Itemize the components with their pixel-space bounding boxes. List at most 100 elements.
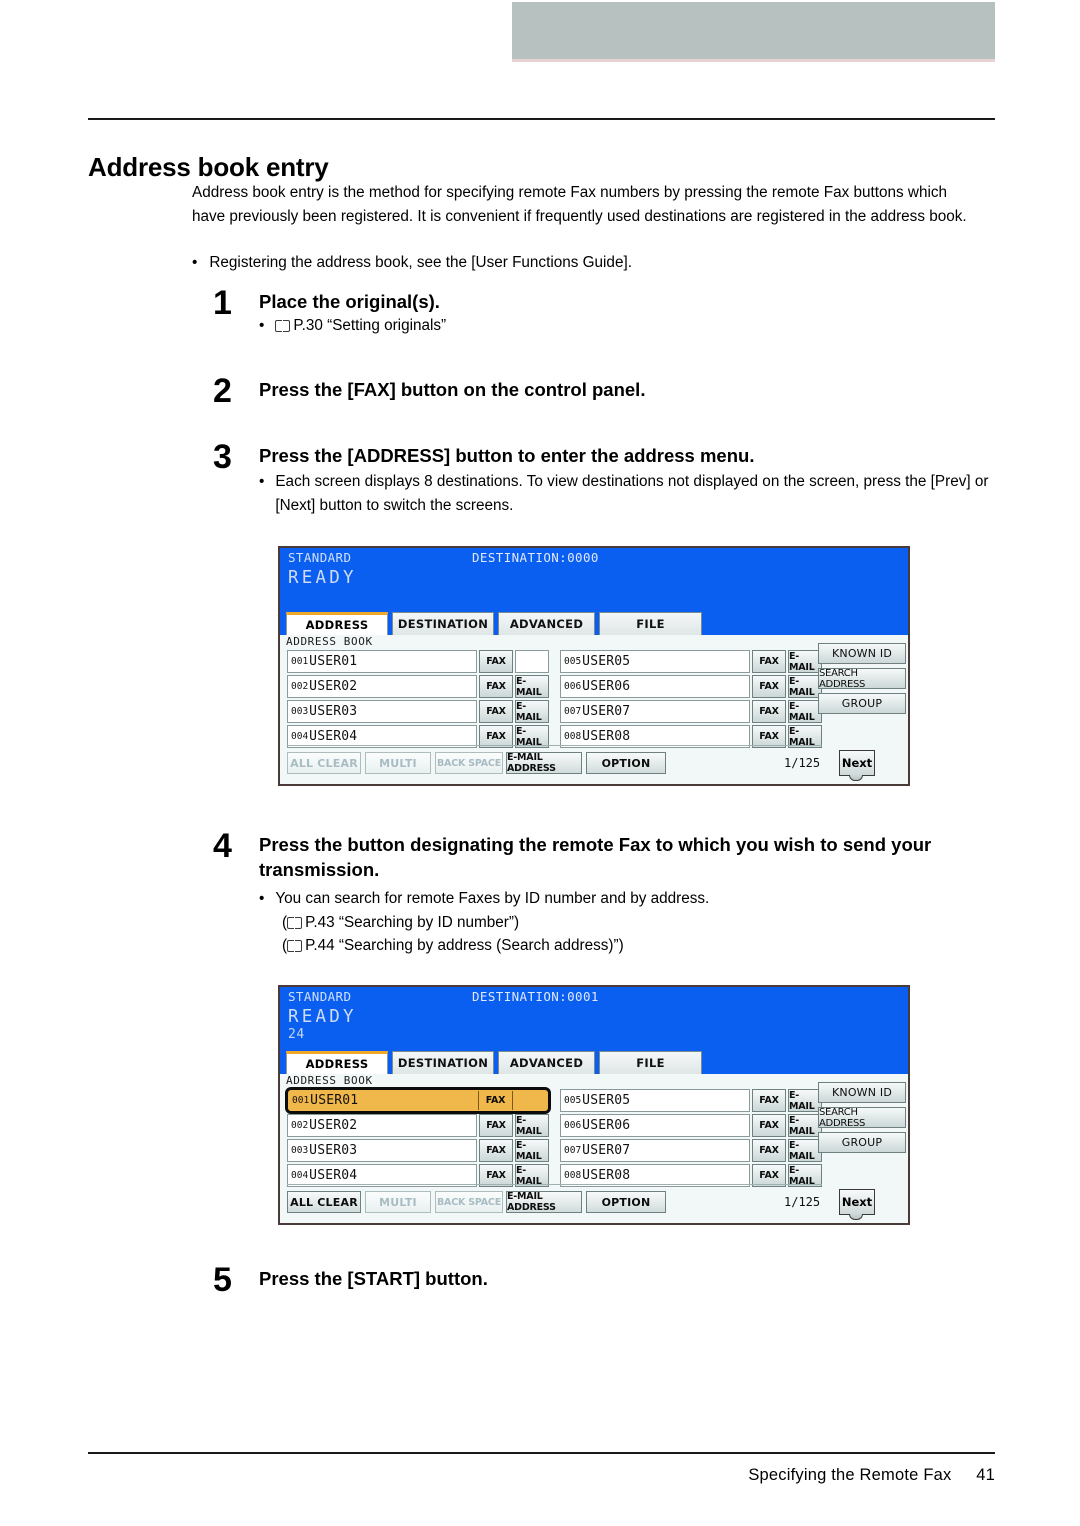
address-entry-row[interactable]: 005 USER05 FAX E-MAIL: [560, 1089, 822, 1112]
tab-label: ADDRESS: [305, 618, 369, 632]
address-book-label: ADDRESS BOOK: [286, 635, 373, 648]
entry-name-button[interactable]: 005 USER05: [560, 650, 750, 673]
entry-name-button[interactable]: 001 USER01: [287, 650, 477, 673]
entry-name-button[interactable]: 007 USER07: [560, 700, 750, 723]
email-address-button[interactable]: E-MAIL ADDRESS: [506, 1191, 582, 1213]
entry-email-button[interactable]: E-MAIL: [515, 1114, 549, 1137]
entry-name-button[interactable]: 006 USER06: [560, 675, 750, 698]
step-bullet-text: P.30 “Setting originals”: [275, 314, 446, 338]
back-space-button[interactable]: BACK SPACE: [435, 1191, 503, 1213]
entry-email-button[interactable]: E-MAIL: [788, 1139, 822, 1162]
entry-name-button[interactable]: 007 USER07: [560, 1139, 750, 1162]
group-button[interactable]: GROUP: [818, 693, 906, 714]
all-clear-button[interactable]: ALL CLEAR: [287, 1191, 361, 1213]
tab-address[interactable]: ADDRESS: [286, 1051, 388, 1074]
entry-email-button[interactable]: E-MAIL: [788, 1114, 822, 1137]
entry-fax-button[interactable]: FAX: [752, 1089, 786, 1112]
header-rule: [88, 118, 995, 120]
entry-name: USER07: [582, 1143, 631, 1158]
step-bullet-text: (P.44 “Searching by address (Search addr…: [282, 937, 624, 954]
entry-number: 004: [291, 731, 309, 742]
entry-email-button[interactable]: E-MAIL: [788, 1089, 822, 1112]
tab-file[interactable]: FILE: [599, 612, 702, 635]
fax-lcd-panel-2[interactable]: STANDARD DESTINATION:0001 READY 24 ADDRE…: [278, 985, 910, 1225]
tab-advanced[interactable]: ADVANCED: [498, 1051, 595, 1074]
entry-name-button[interactable]: 001 USER01: [289, 1091, 479, 1110]
entry-email-button[interactable]: E-MAIL: [788, 650, 822, 673]
all-clear-button[interactable]: ALL CLEAR: [287, 752, 361, 774]
entry-fax-button[interactable]: FAX: [479, 700, 513, 723]
next-button[interactable]: Next: [839, 1189, 875, 1220]
known-id-button[interactable]: KNOWN ID: [818, 643, 906, 664]
tab-label: ADVANCED: [509, 617, 584, 631]
entry-name: USER01: [310, 1093, 359, 1108]
entry-name-button[interactable]: 002 USER02: [287, 675, 477, 698]
multi-button[interactable]: MULTI: [365, 752, 431, 774]
entry-name: USER02: [309, 1118, 358, 1133]
tab-advanced[interactable]: ADVANCED: [498, 612, 595, 635]
entry-fax-button[interactable]: FAX: [479, 650, 513, 673]
address-entry-row[interactable]: 002 USER02 FAX E-MAIL: [287, 675, 549, 698]
entry-fax-button[interactable]: FAX: [479, 1139, 513, 1162]
entry-fax-button[interactable]: FAX: [752, 675, 786, 698]
address-entry-row[interactable]: 007 USER07 FAX E-MAIL: [560, 700, 822, 723]
entry-fax-button[interactable]: FAX: [752, 700, 786, 723]
tab-label: ADVANCED: [509, 1056, 584, 1070]
entry-name: USER03: [309, 1143, 358, 1158]
entry-name-button[interactable]: 005 USER05: [560, 1089, 750, 1112]
option-button[interactable]: OPTION: [586, 752, 666, 774]
search-address-button[interactable]: SEARCH ADDRESS: [818, 668, 906, 690]
lcd-toolbar: ALL CLEAR MULTI BACK SPACE E-MAIL ADDRES…: [287, 750, 905, 781]
entry-fax-button[interactable]: FAX: [752, 1114, 786, 1137]
address-entry-row[interactable]: 007 USER07 FAX E-MAIL: [560, 1139, 822, 1162]
entry-fax-button[interactable]: FAX: [479, 1114, 513, 1137]
lcd-content-area: ADDRESS BOOK 001 USER01 FAX 002 USER02 F…: [280, 635, 908, 784]
entry-fax-button[interactable]: FAX: [752, 1139, 786, 1162]
address-entry-row[interactable]: 003 USER03 FAX E-MAIL: [287, 1139, 549, 1162]
step-title: Press the button designating the remote …: [259, 834, 932, 880]
entry-fax-button[interactable]: FAX: [752, 650, 786, 673]
option-button[interactable]: OPTION: [586, 1191, 666, 1213]
entry-name-button[interactable]: 003 USER03: [287, 1139, 477, 1162]
multi-button[interactable]: MULTI: [365, 1191, 431, 1213]
entry-email-button[interactable]: E-MAIL: [788, 675, 822, 698]
entry-email-button[interactable]: E-MAIL: [515, 700, 549, 723]
tab-address[interactable]: ADDRESS: [286, 612, 388, 635]
entry-email-button[interactable]: [515, 650, 549, 673]
bullet-dot: •: [259, 317, 265, 334]
entry-name-button[interactable]: 006 USER06: [560, 1114, 750, 1137]
footer-rule: [88, 1452, 995, 1454]
entry-name: USER04: [309, 729, 358, 744]
entry-email-button[interactable]: E-MAIL: [788, 700, 822, 723]
tab-file[interactable]: FILE: [599, 1051, 702, 1074]
search-address-button[interactable]: SEARCH ADDRESS: [818, 1107, 906, 1129]
address-entry-row[interactable]: 003 USER03 FAX E-MAIL: [287, 700, 549, 723]
email-address-button[interactable]: E-MAIL ADDRESS: [506, 752, 582, 774]
address-entry-row[interactable]: 005 USER05 FAX E-MAIL: [560, 650, 822, 673]
entry-email-button[interactable]: E-MAIL: [515, 675, 549, 698]
address-entry-row[interactable]: 001 USER01 FAX: [287, 650, 549, 673]
next-button[interactable]: Next: [839, 750, 875, 781]
entry-name-button[interactable]: 002 USER02: [287, 1114, 477, 1137]
tab-strip: ADDRESS DESTINATION ADVANCED FILE: [280, 1051, 908, 1074]
group-button[interactable]: GROUP: [818, 1132, 906, 1153]
address-entry-row-selected[interactable]: 001 USER01 FAX: [285, 1087, 551, 1114]
entry-name: USER06: [582, 1118, 631, 1133]
book-icon: [287, 940, 303, 952]
step-bullet-text: Each screen displays 8 destinations. To …: [275, 473, 989, 514]
step-bullet-text: You can search for remote Faxes by ID nu…: [275, 890, 710, 907]
entry-fax-button[interactable]: FAX: [479, 1091, 513, 1110]
address-entry-row[interactable]: 006 USER06 FAX E-MAIL: [560, 1114, 822, 1137]
fax-lcd-panel-1[interactable]: STANDARD DESTINATION:0000 READY ADDRESS …: [278, 546, 910, 786]
known-id-button[interactable]: KNOWN ID: [818, 1082, 906, 1103]
entry-email-button[interactable]: [513, 1091, 547, 1110]
entry-name-button[interactable]: 003 USER03: [287, 700, 477, 723]
tab-destination[interactable]: DESTINATION: [392, 1051, 494, 1074]
address-entry-row[interactable]: 006 USER06 FAX E-MAIL: [560, 675, 822, 698]
entry-email-button[interactable]: E-MAIL: [515, 1139, 549, 1162]
tab-destination[interactable]: DESTINATION: [392, 612, 494, 635]
address-entry-row[interactable]: 002 USER02 FAX E-MAIL: [287, 1114, 549, 1137]
entry-number: 005: [564, 1095, 582, 1106]
back-space-button[interactable]: BACK SPACE: [435, 752, 503, 774]
entry-fax-button[interactable]: FAX: [479, 675, 513, 698]
